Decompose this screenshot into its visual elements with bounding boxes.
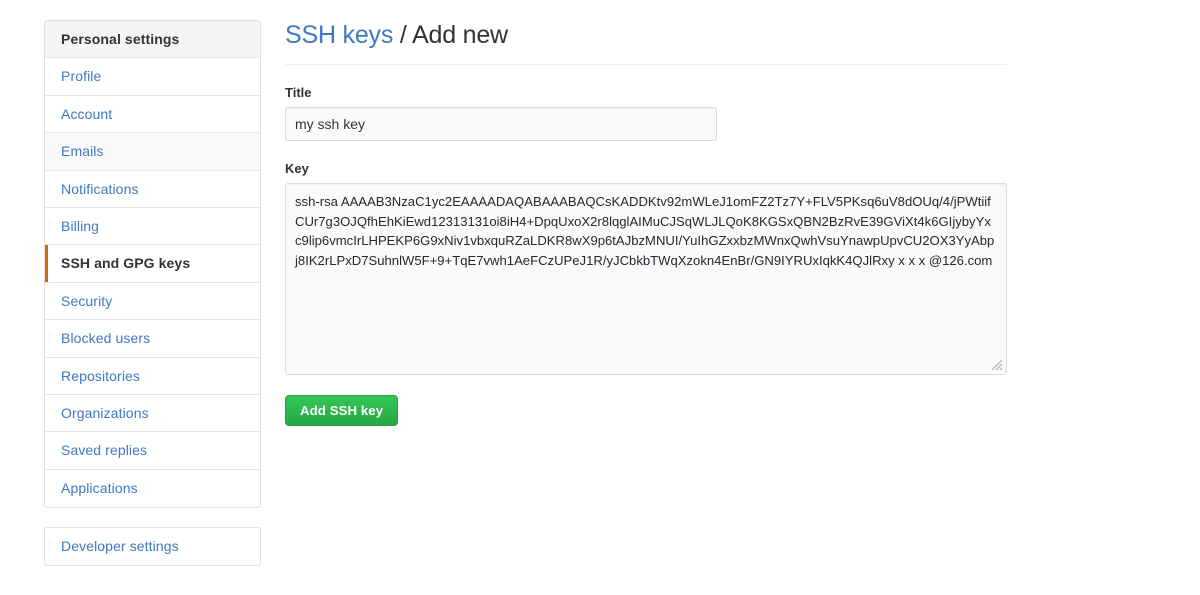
page-title-separator: / <box>393 21 413 49</box>
sidebar-item-billing[interactable]: Billing <box>45 207 260 246</box>
sidebar-item-developer-settings[interactable]: Developer settings <box>45 528 260 566</box>
sidebar-item-saved-replies[interactable]: Saved replies <box>45 432 260 470</box>
settings-sidebar: Personal settings Profile Account Emails… <box>44 20 261 567</box>
sidebar-item-emails[interactable]: Emails <box>45 133 260 171</box>
sidebar-item-security[interactable]: Security <box>45 282 260 321</box>
sidebar-item-blocked-users[interactable]: Blocked users <box>45 320 260 358</box>
add-ssh-key-button[interactable]: Add SSH key <box>285 395 399 426</box>
key-field-label: Key <box>285 161 309 176</box>
main-content: SSH keys / Add new Title Key ssh-rsa AAA… <box>285 20 1007 426</box>
personal-settings-menu: Personal settings Profile Account Emails… <box>44 20 261 509</box>
title-input[interactable] <box>285 107 717 141</box>
sidebar-item-account[interactable]: Account <box>45 95 260 134</box>
title-field-label: Title <box>285 85 312 100</box>
sidebar-item-applications[interactable]: Applications <box>45 469 260 508</box>
page-title: SSH keys / Add new <box>285 20 1007 65</box>
page-title-current: Add new <box>412 21 508 49</box>
page-root: Personal settings Profile Account Emails… <box>0 0 1200 595</box>
page-title-ssh-keys-link[interactable]: SSH keys <box>285 21 393 49</box>
developer-settings-menu: Developer settings <box>44 527 261 567</box>
sidebar-item-profile[interactable]: Profile <box>45 58 260 96</box>
sidebar-item-ssh-and-gpg-keys[interactable]: SSH and GPG keys <box>45 245 260 283</box>
key-textarea-wrapper: ssh-rsa AAAAB3NzaC1yc2EAAAADAQABAAABAQCs… <box>285 183 1007 375</box>
sidebar-header-personal-settings: Personal settings <box>45 21 260 59</box>
sidebar-item-repositories[interactable]: Repositories <box>45 357 260 395</box>
key-textarea[interactable]: ssh-rsa AAAAB3NzaC1yc2EAAAADAQABAAABAQCs… <box>285 183 1007 375</box>
sidebar-item-organizations[interactable]: Organizations <box>45 394 260 433</box>
sidebar-item-notifications[interactable]: Notifications <box>45 170 260 208</box>
